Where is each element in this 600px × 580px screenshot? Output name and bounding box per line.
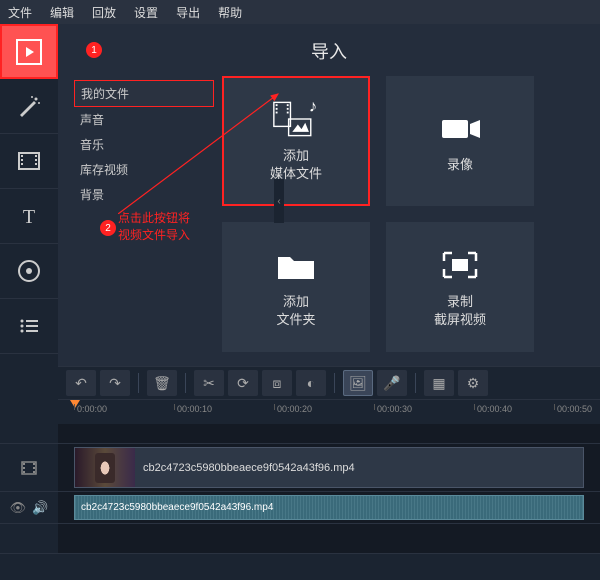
- crop-icon: ⧈: [273, 375, 282, 392]
- mic-icon: 🎤: [383, 375, 400, 392]
- chevron-left-icon: ‹: [277, 196, 280, 207]
- timeline-toolbar: ↶ ↷ 🗑 ✂ ⟳ ⧈ ◐ 🖼 🎤 ▦ ⚙: [58, 366, 600, 400]
- tile-label: 录像: [447, 156, 473, 174]
- filmstrip-icon: [15, 147, 43, 175]
- ruler-tick: 00:00:40: [474, 404, 512, 410]
- clip-props-button[interactable]: 🖼: [343, 370, 373, 396]
- redo-button[interactable]: ↷: [100, 370, 130, 396]
- audio-clip[interactable]: cb2c4723c5980bbeaece9f0542a43f96.mp4: [74, 495, 584, 520]
- import-panel: 导入 我的文件 声音 音乐 库存视频 背景 ‹ ♪ 添加 媒体文件: [58, 24, 600, 366]
- media-icon: ♪: [272, 99, 320, 139]
- delete-button[interactable]: 🗑: [147, 370, 177, 396]
- clip-filename: cb2c4723c5980bbeaece9f0542a43f96.mp4: [81, 502, 273, 513]
- tile-add-media[interactable]: ♪ 添加 媒体文件: [222, 76, 370, 206]
- video-track[interactable]: cb2c4723c5980bbeaece9f0542a43f96.mp4: [0, 444, 600, 492]
- tool-rail: T: [0, 24, 58, 366]
- menu-file[interactable]: 文件: [8, 4, 32, 21]
- rotate-button[interactable]: ⟳: [228, 370, 258, 396]
- rail-filters[interactable]: [0, 79, 58, 134]
- undo-button[interactable]: ↶: [66, 370, 96, 396]
- timeline: cb2c4723c5980bbeaece9f0542a43f96.mp4 👁 🔊…: [0, 424, 600, 554]
- rail-import[interactable]: [0, 24, 58, 79]
- ruler-tick: 00:00:10: [174, 404, 212, 410]
- adjust-button[interactable]: ⚙: [458, 370, 488, 396]
- rail-titles[interactable]: T: [0, 189, 58, 244]
- sidemenu-stock-video[interactable]: 库存视频: [74, 157, 214, 182]
- crop-button[interactable]: ⧈: [262, 370, 292, 396]
- transition-wizard-button[interactable]: ▦: [424, 370, 454, 396]
- timeline-ruler[interactable]: 0:00:00 00:00:10 00:00:20 00:00:30 00:00…: [58, 400, 600, 424]
- tile-label: 录制 截屏视频: [434, 293, 486, 329]
- video-clip[interactable]: cb2c4723c5980bbeaece9f0542a43f96.mp4: [74, 447, 584, 488]
- film-icon: [20, 459, 38, 477]
- list-icon: [15, 312, 43, 340]
- clip-filename: cb2c4723c5980bbeaece9f0542a43f96.mp4: [135, 462, 363, 474]
- image-icon: 🖼: [349, 375, 367, 392]
- audio-track[interactable]: 👁 🔊 cb2c4723c5980bbeaece9f0542a43f96.mp4: [0, 492, 600, 524]
- rail-more[interactable]: [0, 299, 58, 354]
- annotation-marker-1: 1: [86, 42, 102, 58]
- rotate-icon: ⟳: [237, 375, 249, 392]
- screen-capture-icon: [436, 245, 484, 285]
- clip-thumbnail: [75, 448, 135, 487]
- tile-add-folder[interactable]: 添加 文件夹: [222, 222, 370, 352]
- trash-icon: 🗑: [153, 375, 171, 392]
- menu-bar: 文件 编辑 回放 设置 导出 帮助: [0, 0, 600, 24]
- ruler-tick: 0:00:00: [74, 404, 107, 410]
- menu-help[interactable]: 帮助: [218, 4, 242, 21]
- ruler-tick: 00:00:30: [374, 404, 412, 410]
- tile-record-camera[interactable]: 录像: [386, 76, 534, 206]
- redo-icon: ↷: [109, 375, 121, 392]
- menu-export[interactable]: 导出: [176, 4, 200, 21]
- speaker-icon[interactable]: 🔊: [32, 500, 48, 516]
- sidemenu-my-files[interactable]: 我的文件: [74, 80, 214, 107]
- sticker-icon: [15, 257, 43, 285]
- record-audio-button[interactable]: 🎤: [377, 370, 407, 396]
- tile-label: 添加 媒体文件: [270, 147, 322, 183]
- cut-button[interactable]: ✂: [194, 370, 224, 396]
- undo-icon: ↶: [75, 375, 87, 392]
- transition-icon: ▦: [432, 375, 445, 392]
- sidemenu-backgrounds[interactable]: 背景: [74, 182, 214, 207]
- svg-text:T: T: [23, 206, 35, 228]
- sidemenu-sounds[interactable]: 声音: [74, 107, 214, 132]
- svg-text:♪: ♪: [309, 97, 317, 116]
- collapse-handle[interactable]: ‹: [274, 179, 284, 223]
- contrast-icon: ◐: [307, 375, 315, 391]
- menu-settings[interactable]: 设置: [134, 4, 158, 21]
- rail-transitions[interactable]: [0, 134, 58, 189]
- ruler-tick: 00:00:20: [274, 404, 312, 410]
- sidemenu-music[interactable]: 音乐: [74, 132, 214, 157]
- annotation-instruction: 点击此按钮将 视频文件导入: [118, 210, 190, 244]
- wand-icon: [15, 92, 43, 120]
- camera-icon: [436, 108, 484, 148]
- sliders-icon: ⚙: [467, 375, 480, 392]
- annotation-marker-2: 2: [100, 220, 116, 236]
- tile-label: 添加 文件夹: [276, 293, 315, 329]
- scissors-icon: ✂: [203, 375, 215, 392]
- play-box-icon: [15, 38, 43, 66]
- ruler-tick: 00:00:50: [554, 404, 592, 410]
- rail-stickers[interactable]: [0, 244, 58, 299]
- eye-icon[interactable]: 👁: [10, 500, 27, 516]
- folder-icon: [272, 245, 320, 285]
- menu-playback[interactable]: 回放: [92, 4, 116, 21]
- menu-edit[interactable]: 编辑: [50, 4, 74, 21]
- tile-record-screen[interactable]: 录制 截屏视频: [386, 222, 534, 352]
- color-button[interactable]: ◐: [296, 370, 326, 396]
- panel-title: 导入: [74, 38, 584, 64]
- text-icon: T: [15, 202, 43, 230]
